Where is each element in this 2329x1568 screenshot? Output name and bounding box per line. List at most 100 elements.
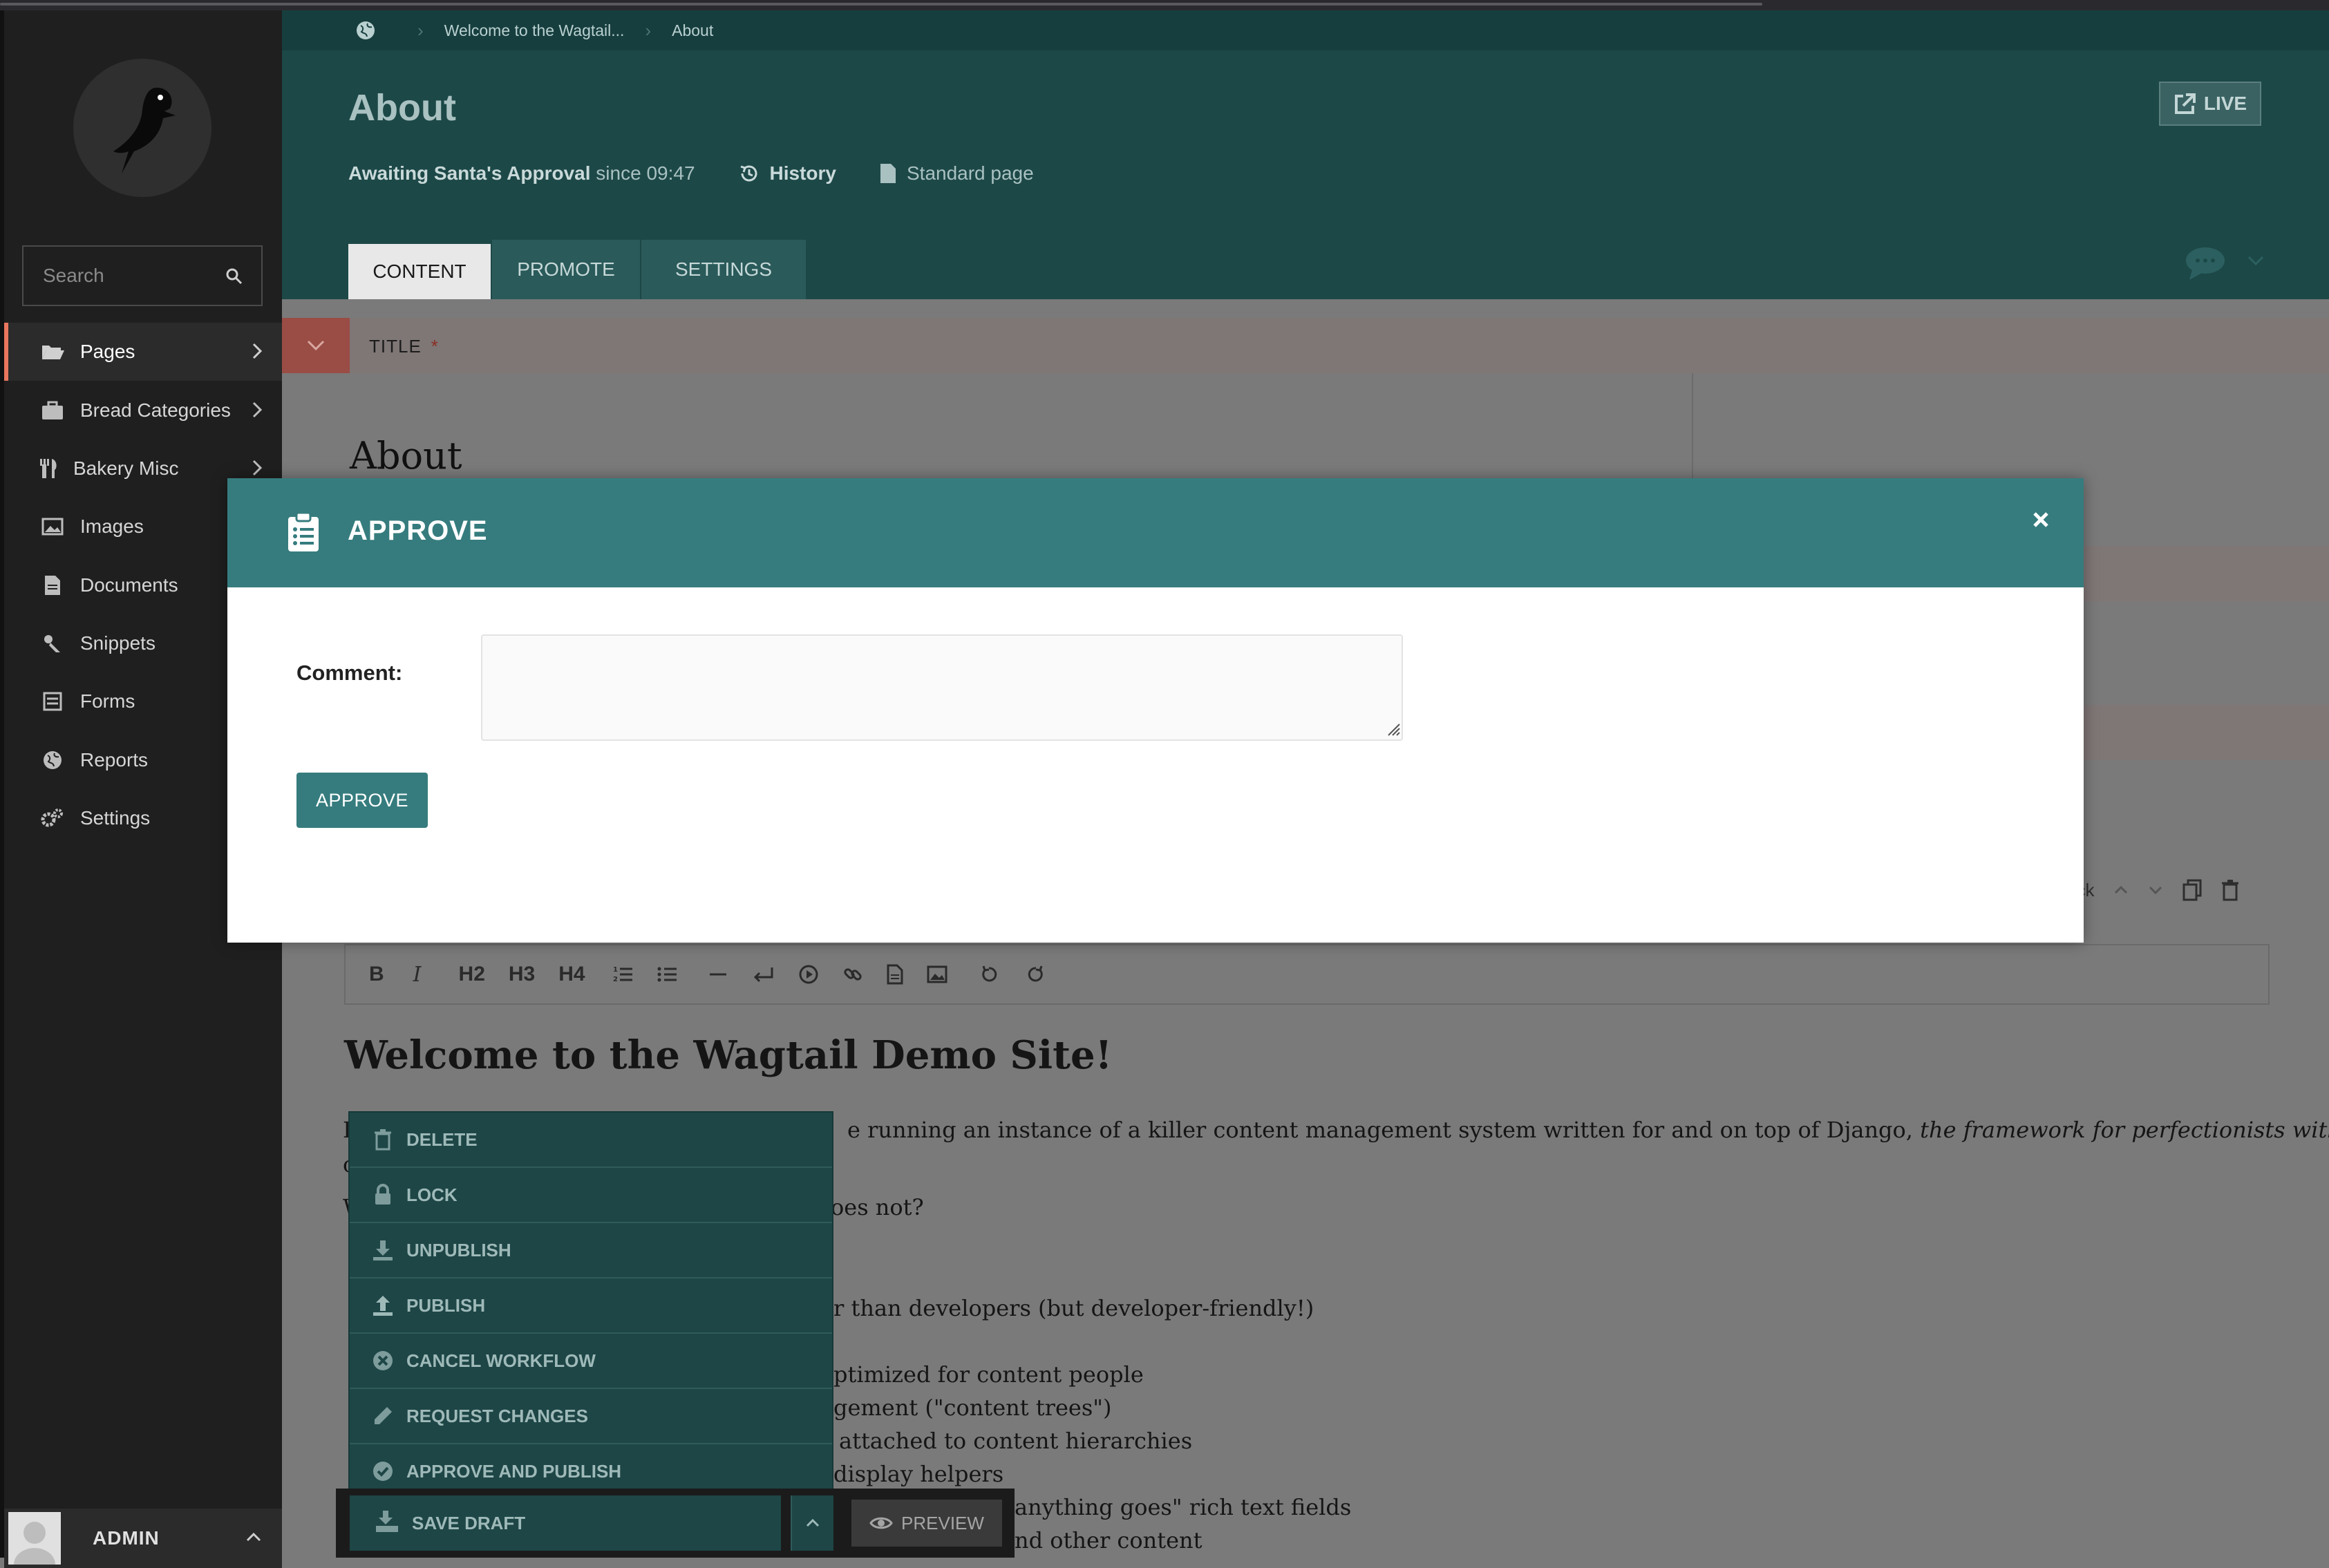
preview-button[interactable]: PREVIEW [851,1500,1002,1547]
sidebar-item-pages[interactable]: Pages [4,323,282,381]
doc-icon [880,164,896,183]
breadcrumb-separator: › [417,19,424,41]
move-up-icon[interactable] [2113,885,2129,895]
tab-settings[interactable]: SETTINGS [641,240,807,299]
undo-icon[interactable] [979,965,999,984]
collapse-toggle[interactable] [282,318,350,373]
body-line[interactable]: ptimized for content people [833,1361,1144,1388]
workflow-status[interactable]: Awaiting Santa's Approval since 09:47 [348,162,695,185]
pencil-icon [369,1405,397,1427]
body-line[interactable]: anything goes" rich text fields [1015,1494,1351,1520]
sidebar-item-label: Snippets [80,632,155,654]
h4-button[interactable]: H4 [558,963,585,986]
modal-title: APPROVE [348,516,488,546]
chevron-up-icon [806,1518,820,1527]
history-label: History [769,162,836,184]
live-button[interactable]: LIVE [2159,82,2261,126]
action-label: PUBLISH [406,1294,486,1316]
svg-text:2: 2 [613,976,618,983]
body-line-italic: the framework for perfectionists with [1920,1117,2329,1143]
chevron-down-icon[interactable] [2246,254,2265,267]
insert-image-icon[interactable] [927,965,947,983]
document-link-icon[interactable] [887,964,903,985]
chevron-right-icon [252,402,263,418]
scroll-indicator [0,3,1762,6]
cancel-workflow-action[interactable]: CANCEL WORKFLOW [350,1334,832,1389]
italic-button[interactable]: I [413,963,422,987]
sidebar-item-bread-categories[interactable]: Bread Categories [4,381,282,440]
breadcrumb-item-home[interactable]: Welcome to the Wagtail... [444,21,625,40]
circle-check-icon [369,1460,397,1482]
page-title: About [348,87,456,129]
comment-label: Comment: [296,661,403,685]
action-menu-toggle[interactable] [791,1495,833,1551]
approve-modal: APPROVE Comment: APPROVE [227,478,2084,943]
move-down-icon[interactable] [2148,885,2163,895]
title-field-value[interactable]: About [350,434,462,478]
tab-content[interactable]: CONTENT [348,240,492,299]
h2-button[interactable]: H2 [459,963,485,986]
account-menu[interactable]: ADMIN [4,1509,282,1568]
line-break-icon[interactable] [751,965,775,984]
ordered-list-icon[interactable]: 12 [613,965,634,984]
search-icon[interactable] [225,267,243,285]
save-draft-label: SAVE DRAFT [412,1512,526,1533]
page-meta: Awaiting Santa's Approval since 09:47 Hi… [348,162,1034,185]
redo-icon[interactable] [1026,965,1046,984]
link-icon[interactable] [842,964,863,985]
action-label: APPROVE AND PUBLISH [406,1460,622,1482]
avatar [8,1512,61,1565]
embed-media-icon[interactable] [798,964,819,985]
approve-button[interactable]: APPROVE [296,773,428,828]
wagtail-logo[interactable] [73,59,211,197]
horizontal-rule-icon[interactable] [708,965,728,984]
comments-icon[interactable] [2184,245,2227,281]
tab-promote[interactable]: PROMOTE [492,240,641,299]
browser-top-strip [0,0,2329,10]
bold-button[interactable]: B [369,963,384,986]
modal-header: APPROVE [227,478,2084,587]
close-button[interactable] [2027,506,2055,533]
external-link-icon [2174,93,2196,114]
workflow-status-label: Awaiting Santa's Approval [348,162,591,184]
save-draft-button[interactable]: SAVE DRAFT [350,1495,781,1551]
body-line[interactable]: e running an instance of a killer conten… [847,1117,2329,1143]
live-label: LIVE [2203,93,2247,114]
trash-icon[interactable] [2221,879,2239,901]
folder-open-icon [39,338,66,366]
chevron-down-icon [307,340,325,351]
search-input[interactable] [23,247,210,305]
draft-icon [375,1509,402,1538]
request-changes-action[interactable]: REQUEST CHANGES [350,1389,832,1444]
breadcrumb-item-current[interactable]: About [672,21,713,40]
action-label: UNPUBLISH [406,1239,511,1260]
body-heading[interactable]: Welcome to the Wagtail Demo Site! [344,1032,1112,1078]
title-field-label: TITLE * [369,336,439,357]
doc-icon [39,572,66,599]
chevron-up-icon [246,1532,261,1542]
title-label-text: TITLE [369,336,422,357]
body-line[interactable]: display helpers [833,1461,1003,1487]
action-footer: SAVE DRAFT PREVIEW [336,1489,1015,1558]
history-link[interactable]: History [738,162,836,185]
body-line[interactable]: r than developers (but developer-friendl… [833,1295,1314,1321]
body-line[interactable]: attached to content hierarchies [839,1428,1192,1454]
comment-field[interactable] [481,634,1403,741]
bulleted-list-icon[interactable] [657,965,678,984]
body-line[interactable]: oes not? [831,1194,924,1220]
lock-action[interactable]: LOCK [350,1168,832,1223]
clipboard-list-icon [288,511,319,551]
sidebar-item-label: Documents [80,574,178,596]
unpublish-action[interactable]: UNPUBLISH [350,1223,832,1278]
body-line[interactable]: gement ("content trees") [833,1395,1111,1421]
lock-icon [369,1184,397,1206]
body-line[interactable]: nd other content [1015,1527,1202,1553]
home-globe-icon[interactable] [355,20,376,41]
duplicate-icon[interactable] [2182,879,2202,901]
h3-button[interactable]: H3 [509,963,535,986]
delete-action[interactable]: DELETE [350,1113,832,1168]
utensils-icon [35,455,62,482]
publish-action[interactable]: PUBLISH [350,1278,832,1334]
resize-grip-icon[interactable] [1386,721,1401,737]
search-box [22,245,263,306]
